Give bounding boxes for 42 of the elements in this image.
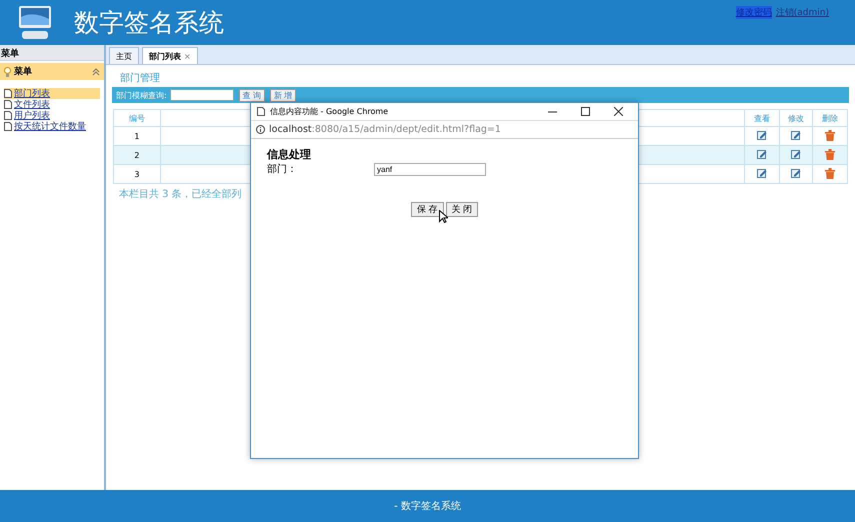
maximize-icon[interactable] [580,107,590,116]
menu-section-header[interactable]: 菜单 [0,63,104,80]
trash-icon[interactable] [825,148,835,160]
edit-icon[interactable] [757,149,768,159]
window-title: 信息内容功能 - Google Chrome [270,106,390,117]
cursor-icon [439,210,448,223]
column-header: 编号 [114,110,160,126]
department-field[interactable]: yanf [374,162,486,176]
page-title: 部门管理 [120,72,161,85]
form-heading: 信息处理 [267,147,312,162]
computer-icon [18,4,52,40]
sidebar-item[interactable]: 部门列表 [4,88,100,99]
search-label: 部门模糊查询: [116,90,167,100]
document-icon [257,107,265,116]
footer-text: - 数字签名系统 [394,500,461,513]
edit-icon[interactable] [791,130,802,140]
form-button[interactable]: 保 存 [410,202,444,217]
edit-icon[interactable] [757,168,768,178]
close-icon[interactable] [614,107,622,116]
form-button[interactable]: 关 闭 [446,202,478,217]
sidebar-title: 菜单 [0,45,104,61]
edit-icon[interactable] [757,130,768,140]
toolbar-button[interactable]: 查 询 [238,88,265,102]
edit-icon[interactable] [791,168,802,178]
field-label: 部门： [267,162,298,176]
tab[interactable]: 主页 [109,47,139,64]
sidebar-item[interactable]: 文件列表 [4,99,100,110]
sidebar-item[interactable]: 按天统计文件数量 [4,121,100,132]
address-text: localhost:8080/a15/admin/dept/edit.html?flag=1 [269,124,501,135]
toolbar-button[interactable]: 新 增 [270,88,296,102]
edit-icon[interactable] [791,149,802,159]
search-field[interactable] [170,89,234,101]
trash-icon[interactable] [825,130,835,140]
trash-icon[interactable] [825,168,835,178]
table-cell: 3 [114,164,160,184]
info-icon[interactable] [256,125,265,134]
sidebar-item[interactable]: 用户列表 [4,110,100,121]
chevron-icon[interactable] [92,68,100,76]
app-title: 数字签名系统 [74,7,224,39]
tab[interactable]: 部门列表 × [142,47,198,64]
lightbulb-icon [4,66,11,76]
summary-text: 本栏目共 3 条，已经全部列 [119,188,243,201]
